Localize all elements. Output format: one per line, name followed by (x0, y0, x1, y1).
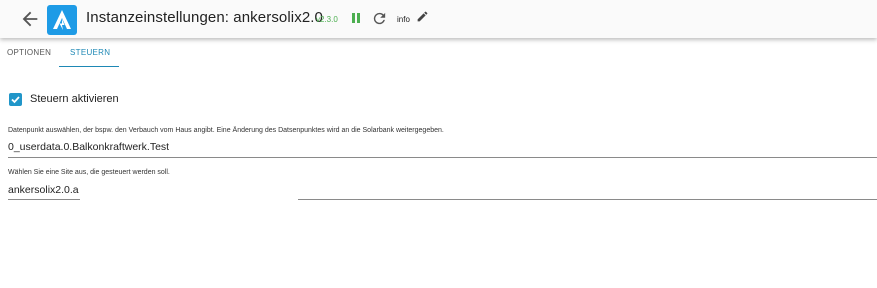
site-secondary-underline (298, 199, 877, 200)
enable-control-label: Steuern aktivieren (30, 93, 119, 105)
tab-bar: OPTIONEN STEUERN (0, 38, 877, 68)
adapter-logo (47, 5, 77, 35)
edit-pencil-icon[interactable] (416, 10, 429, 23)
back-arrow-icon[interactable] (19, 8, 41, 30)
active-tab-indicator (59, 66, 119, 67)
datapoint-field-label: Datenpunkt auswählen, der bspw. den Verb… (8, 127, 444, 134)
enable-control-checkbox[interactable] (9, 93, 22, 106)
pause-icon[interactable] (350, 12, 362, 26)
tab-options[interactable]: OPTIONEN (7, 48, 51, 57)
app-header: Instanzeinstellungen: ankersolix2.0 v2.3… (0, 0, 877, 38)
version-badge: v2.3.0 (316, 15, 338, 24)
datapoint-input-underline (8, 157, 877, 158)
tab-control[interactable]: STEUERN (70, 48, 110, 57)
site-select[interactable]: ankersolix2.0.a (8, 184, 79, 196)
page-title: Instanzeinstellungen: ankersolix2.0 (86, 9, 323, 26)
reload-icon[interactable] (371, 10, 388, 27)
site-field-label: Wählen Sie eine Site aus, die gesteuert … (8, 169, 170, 176)
info-label[interactable]: info (397, 15, 410, 24)
site-select-underline (8, 199, 80, 200)
datapoint-input[interactable]: 0_userdata.0.Balkonkraftwerk.Test (8, 141, 169, 153)
